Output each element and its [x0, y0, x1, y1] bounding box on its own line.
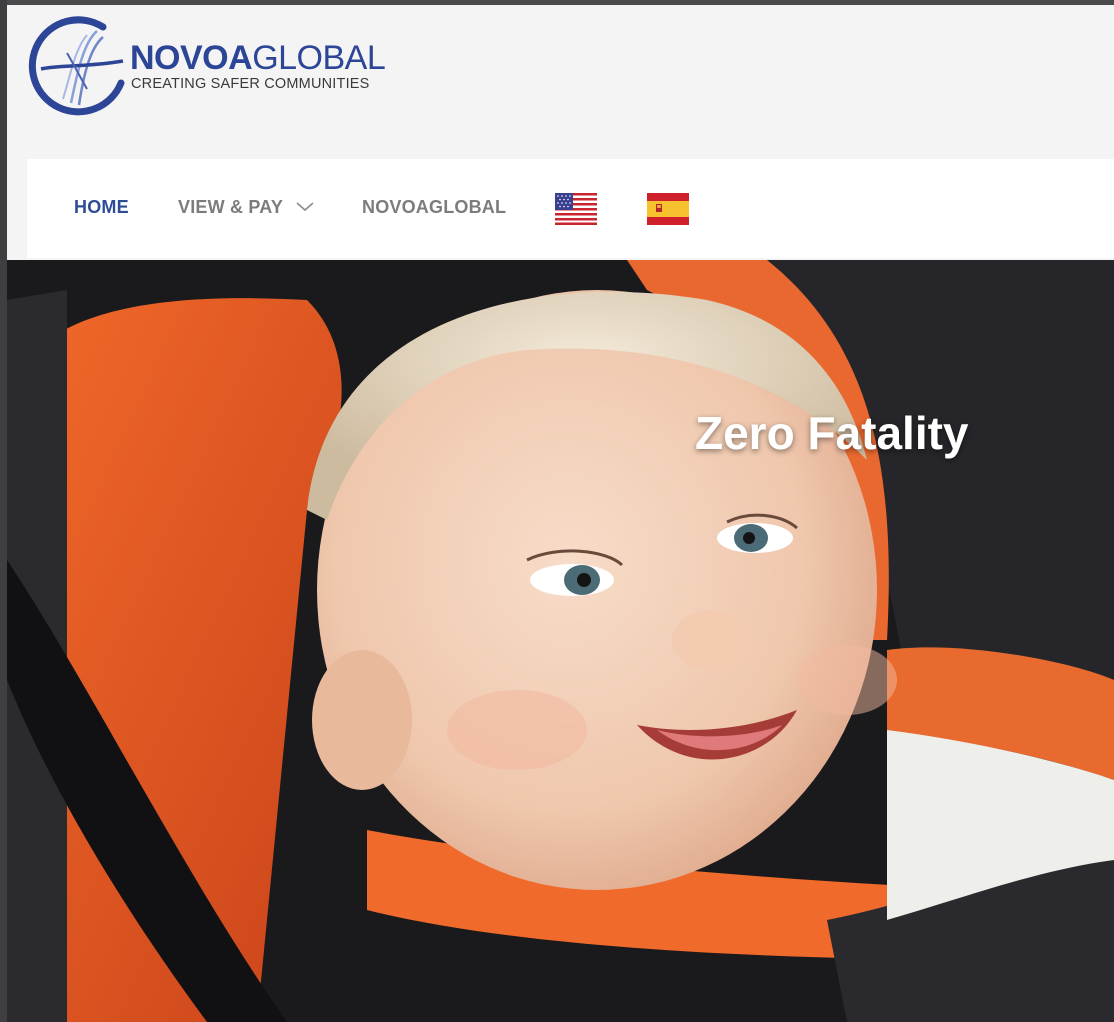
hero-title: Zero Fatality: [695, 407, 969, 459]
logo-wordmark-bold: NOVOA: [130, 39, 253, 77]
hero-photo-baby-car-seat: [7, 260, 1114, 1022]
site-logo[interactable]: NOVOAGLOBAL CREATING SAFER COMMUNITIES: [27, 13, 407, 117]
chevron-down-icon: [296, 202, 314, 211]
novoaglobal-logo-icon: [28, 16, 125, 116]
logo-wordmark-light: GLOBAL: [252, 39, 386, 77]
window-frame-left: [0, 0, 7, 1022]
nav-item-view-pay-label: VIEW & PAY: [178, 197, 283, 217]
us-flag-icon[interactable]: [555, 193, 597, 225]
main-navigation: HOME VIEW & PAY NOVOAGLOBAL: [27, 159, 1114, 258]
nav-item-home[interactable]: HOME: [74, 197, 129, 218]
nav-item-view-pay[interactable]: VIEW & PAY: [178, 197, 314, 218]
spain-flag-icon[interactable]: [647, 193, 689, 225]
site-header: NOVOAGLOBAL CREATING SAFER COMMUNITIES H…: [7, 5, 1114, 260]
nav-item-novoaglobal[interactable]: NOVOAGLOBAL: [362, 197, 506, 218]
logo-tagline: CREATING SAFER COMMUNITIES: [131, 76, 370, 92]
logo-wordmark: NOVOAGLOBAL: [130, 39, 386, 77]
hero-banner: Zero Fatality: [7, 260, 1114, 1022]
